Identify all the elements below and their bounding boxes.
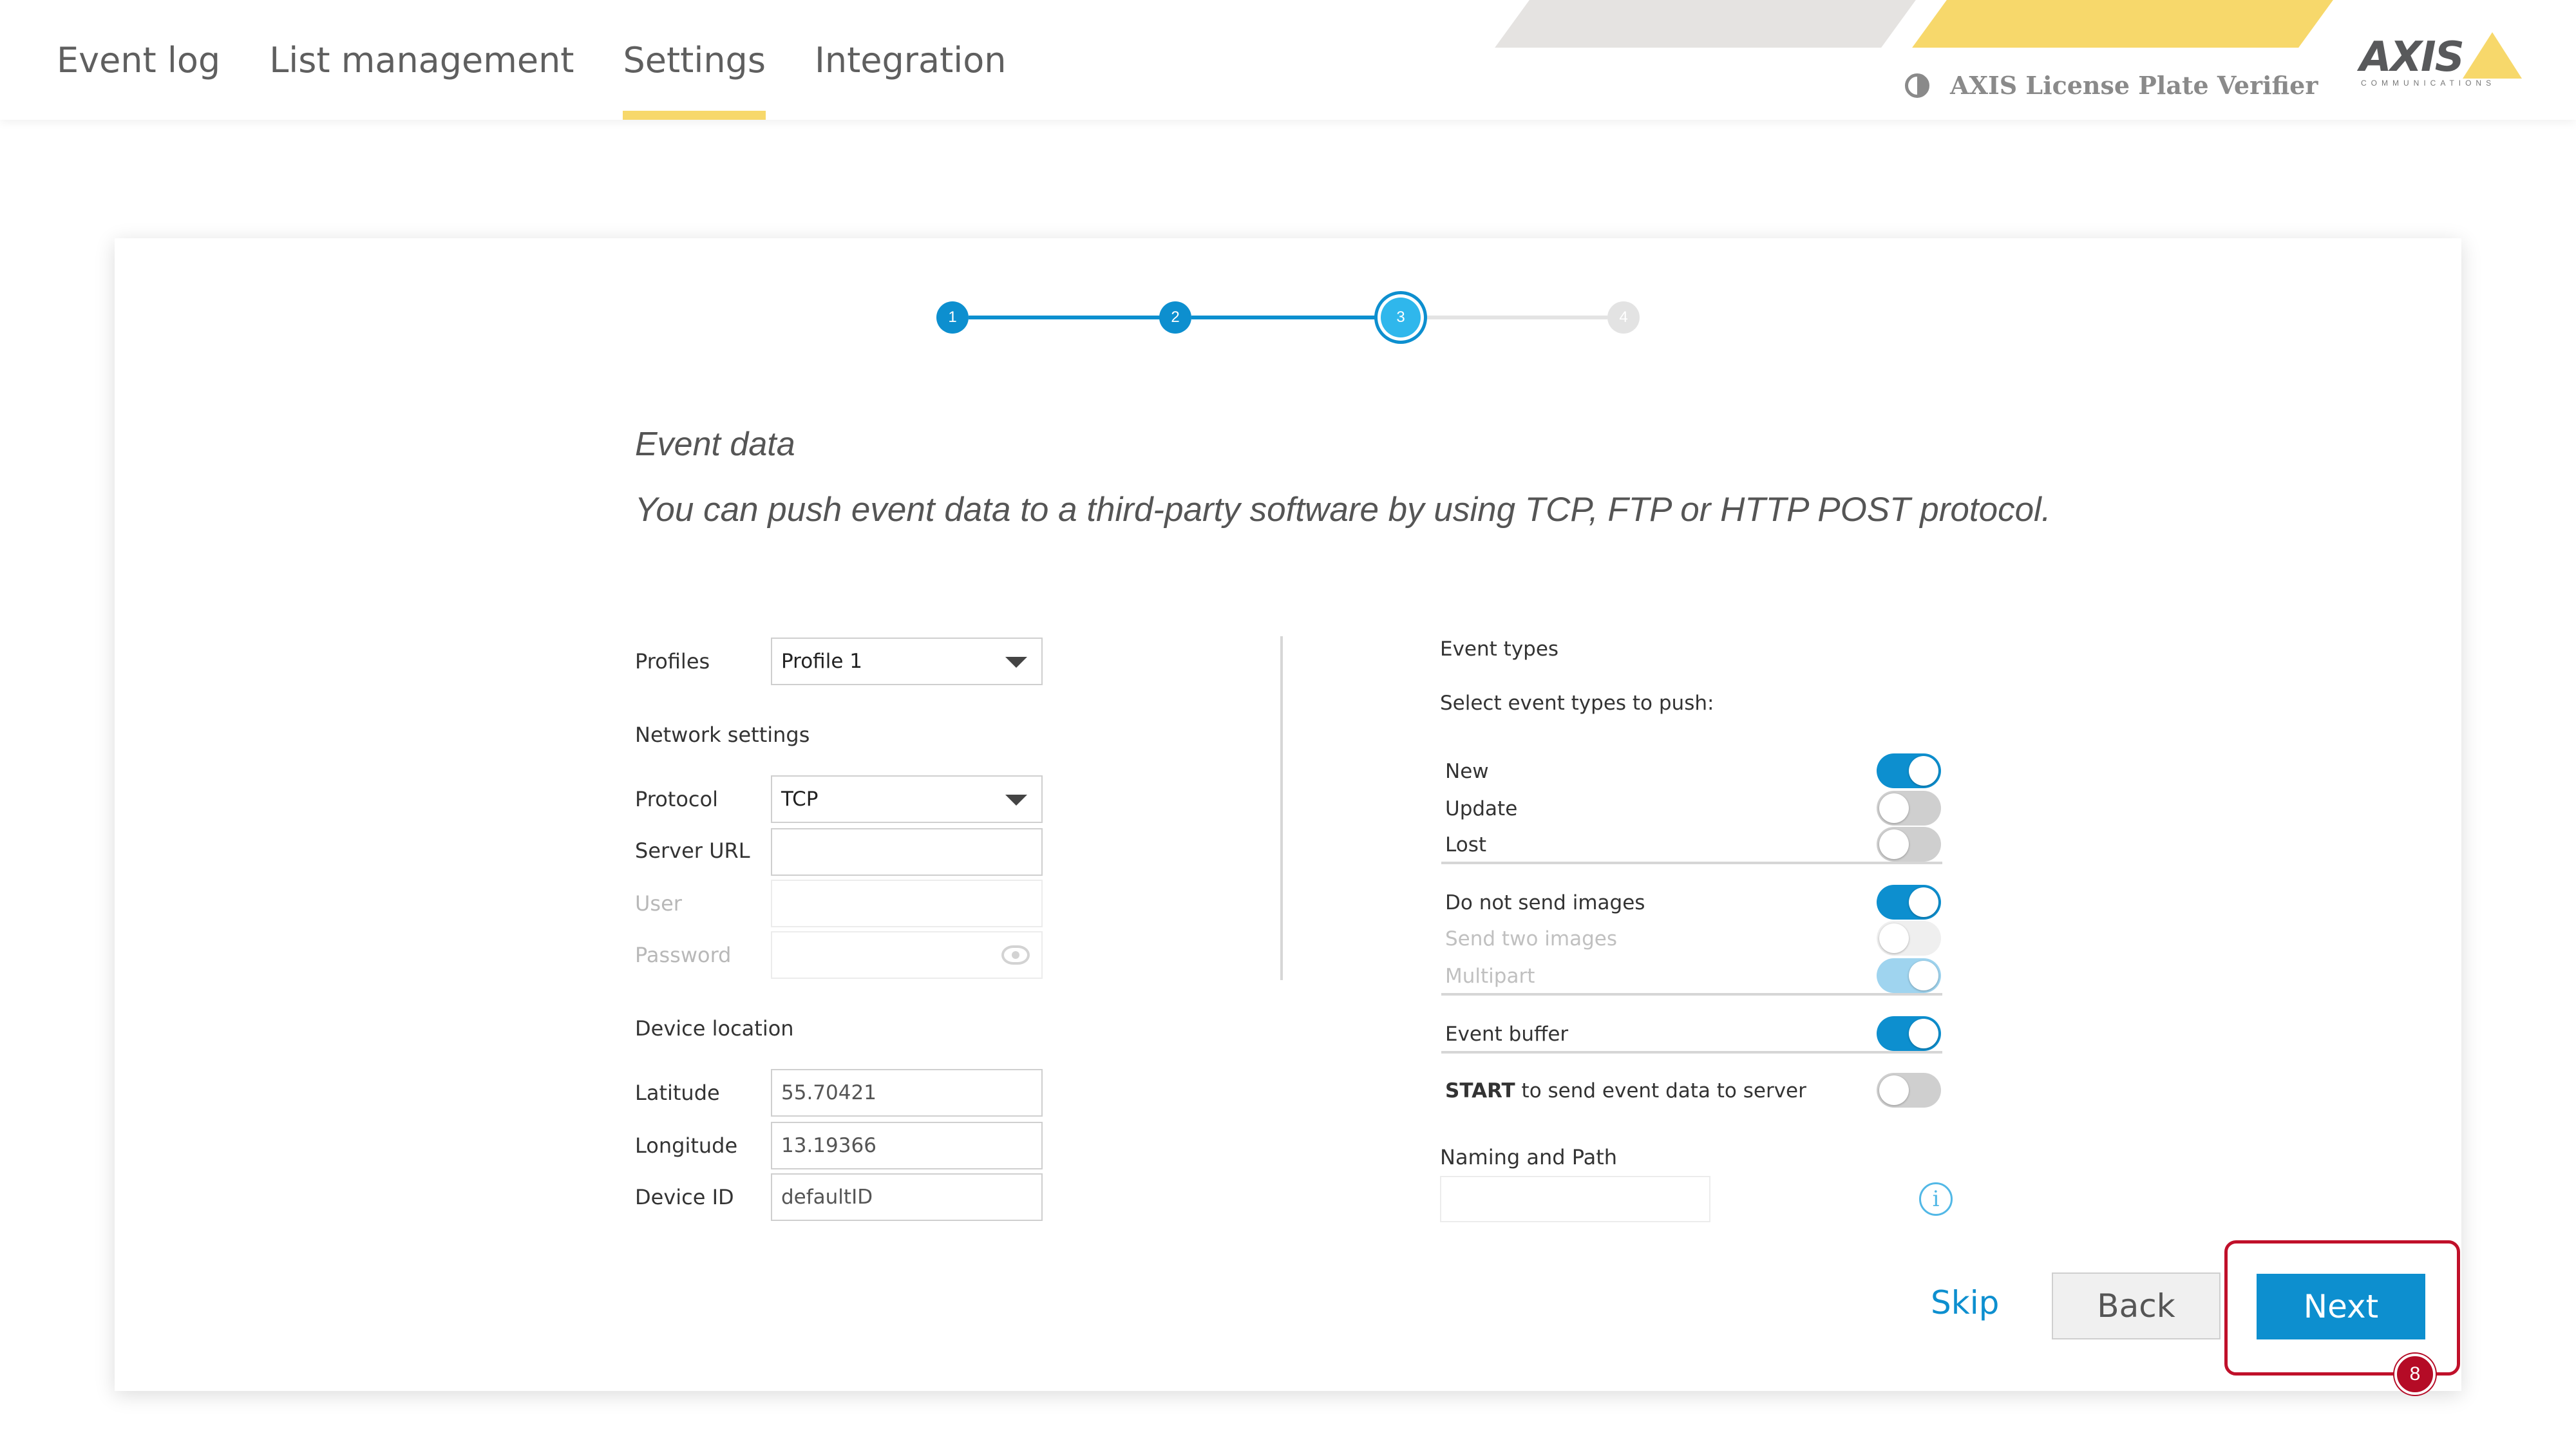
toggle-knob xyxy=(1879,1075,1909,1105)
step-1[interactable]: 1 xyxy=(936,301,969,334)
wizard-title: Event data xyxy=(635,426,795,463)
network-settings-heading: Network settings xyxy=(635,723,810,747)
wizard-description: You can push event data to a third-party… xyxy=(635,491,2051,529)
stepper-line-3 xyxy=(1421,316,1607,319)
step-4: 4 xyxy=(1607,301,1640,334)
toggle-label-new: New xyxy=(1445,760,1489,783)
latitude-input[interactable]: 55.70421 xyxy=(771,1069,1043,1117)
start-push-label: START to send event data to server xyxy=(1445,1079,1806,1102)
product-name: AXIS License Plate Verifier xyxy=(1950,71,2318,100)
device-id-input[interactable]: defaultID xyxy=(771,1173,1043,1221)
tab-settings[interactable]: Settings xyxy=(623,0,766,120)
toggle-update[interactable] xyxy=(1877,791,1941,826)
toggle-knob xyxy=(1909,1019,1938,1048)
main-nav: Event log List management Settings Integ… xyxy=(57,0,1056,120)
server-url-input[interactable] xyxy=(771,828,1043,876)
tab-event-log[interactable]: Event log xyxy=(57,0,220,120)
longitude-value: 13.19366 xyxy=(781,1134,876,1157)
toggle-send-two-images xyxy=(1877,921,1941,956)
toggle-event-buffer[interactable] xyxy=(1877,1016,1941,1051)
profiles-label: Profiles xyxy=(635,649,710,674)
wizard-stepper: 1 2 3 4 xyxy=(936,298,1640,337)
group-separator xyxy=(1441,862,1942,864)
toggle-label-event-buffer: Event buffer xyxy=(1445,1023,1569,1046)
device-id-value: defaultID xyxy=(781,1186,873,1209)
stepper-line-2 xyxy=(1191,316,1385,319)
step-3-current[interactable]: 3 xyxy=(1381,298,1421,337)
device-id-label: Device ID xyxy=(635,1185,734,1209)
toggle-knob xyxy=(1909,887,1938,917)
column-divider xyxy=(1280,636,1283,980)
skip-button[interactable]: Skip xyxy=(1931,1284,1999,1321)
password-label: Password xyxy=(635,943,732,967)
toggle-label-do-not-send-images: Do not send images xyxy=(1445,891,1645,914)
profiles-value: Profile 1 xyxy=(781,650,862,673)
toggle-knob xyxy=(1879,793,1909,823)
latitude-label: Latitude xyxy=(635,1081,720,1105)
toggle-knob xyxy=(1909,961,1938,990)
chevron-down-icon xyxy=(1005,795,1027,806)
toggle-do-not-send-images[interactable] xyxy=(1877,885,1941,920)
product-title: AXIS License Plate Verifier xyxy=(1905,71,2318,100)
axis-logo: AXIS COMMUNICATIONS xyxy=(2360,30,2522,91)
naming-path-label: Naming and Path xyxy=(1440,1145,1618,1169)
start-keyword: START xyxy=(1445,1079,1515,1102)
top-bar: Event log List management Settings Integ… xyxy=(0,0,2576,120)
eye-icon xyxy=(1001,945,1030,965)
logo-subtext: COMMUNICATIONS xyxy=(2361,79,2496,88)
start-rest: to send event data to server xyxy=(1515,1079,1806,1102)
protocol-label: Protocol xyxy=(635,787,718,811)
longitude-input[interactable]: 13.19366 xyxy=(771,1122,1043,1169)
contrast-icon xyxy=(1905,73,1929,98)
profiles-dropdown[interactable]: Profile 1 xyxy=(771,638,1043,685)
toggle-lost[interactable] xyxy=(1877,827,1941,862)
group-separator xyxy=(1441,1051,1942,1054)
protocol-dropdown[interactable]: TCP xyxy=(771,775,1043,823)
user-input xyxy=(771,880,1043,927)
latitude-value: 55.70421 xyxy=(781,1081,876,1104)
toggle-label-multipart: Multipart xyxy=(1445,965,1535,988)
toggle-knob xyxy=(1879,923,1909,953)
back-button[interactable]: Back xyxy=(2052,1272,2221,1339)
annotation-badge: 8 xyxy=(2394,1354,2436,1395)
tab-list-management[interactable]: List management xyxy=(269,0,574,120)
annotation-highlight xyxy=(2224,1240,2460,1376)
toggle-new[interactable] xyxy=(1877,753,1941,788)
logo-text: AXIS xyxy=(2360,33,2465,81)
tab-integration[interactable]: Integration xyxy=(815,0,1007,120)
decorative-stripe-yellow xyxy=(1912,0,2333,48)
toggle-label-lost: Lost xyxy=(1445,833,1486,856)
longitude-label: Longitude xyxy=(635,1133,738,1158)
wizard-card: 1 2 3 4 Event data You can push event da… xyxy=(115,238,2461,1391)
device-location-heading: Device location xyxy=(635,1016,794,1041)
server-url-label: Server URL xyxy=(635,838,750,863)
logo-triangle xyxy=(2463,32,2522,79)
toggle-knob xyxy=(1909,756,1938,786)
toggle-start-push[interactable] xyxy=(1877,1073,1941,1108)
stepper-line-1 xyxy=(969,316,1162,319)
info-icon[interactable]: i xyxy=(1919,1182,1953,1216)
group-separator xyxy=(1441,993,1942,996)
chevron-down-icon xyxy=(1005,657,1027,668)
event-types-heading: Event types xyxy=(1440,638,1559,661)
user-label: User xyxy=(635,891,682,916)
toggle-label-send-two-images: Send two images xyxy=(1445,927,1617,950)
naming-path-input[interactable] xyxy=(1440,1176,1710,1222)
decorative-stripe-gray xyxy=(1495,0,1916,48)
step-2[interactable]: 2 xyxy=(1159,301,1191,334)
toggle-label-update: Update xyxy=(1445,797,1518,820)
password-input xyxy=(771,931,1043,979)
toggle-multipart xyxy=(1877,958,1941,993)
event-types-subtitle: Select event types to push: xyxy=(1440,692,1714,715)
protocol-value: TCP xyxy=(781,788,819,811)
toggle-knob xyxy=(1879,829,1909,859)
